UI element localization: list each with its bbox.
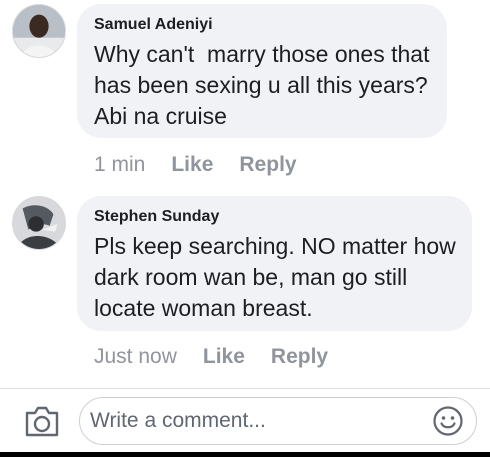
comment-timestamp[interactable]: 1 min [94, 152, 145, 178]
system-nav-bar [0, 452, 490, 457]
comment-actions: 1 min Like Reply [94, 152, 323, 178]
divider [0, 388, 490, 389]
comment-timestamp[interactable]: Just now [94, 344, 177, 370]
comment-text: Why can't marry those ones that has been… [94, 41, 436, 129]
comment-author[interactable]: Stephen Sunday [94, 207, 456, 227]
comment-actions: Just now Like Reply [94, 344, 354, 370]
camera-icon[interactable] [24, 404, 60, 438]
comment-bubble: Samuel Adeniyi Why can't marry those one… [77, 4, 447, 138]
reply-button[interactable]: Reply [239, 152, 296, 178]
profile-photo [13, 197, 65, 249]
comment-author[interactable]: Samuel Adeniyi [94, 15, 431, 35]
comment-input[interactable]: Write a comment... [79, 397, 477, 445]
comment-input-placeholder: Write a comment... [90, 409, 266, 432]
comment-text: Pls keep searching. NO matter how dark r… [94, 233, 463, 321]
comment-bubble: Stephen Sunday Pls keep searching. NO ma… [77, 196, 472, 331]
emoji-icon[interactable] [432, 405, 464, 437]
avatar[interactable] [12, 196, 66, 250]
avatar[interactable] [12, 4, 66, 58]
profile-photo [13, 5, 65, 57]
like-button[interactable]: Like [203, 344, 245, 370]
reply-button[interactable]: Reply [271, 344, 328, 370]
like-button[interactable]: Like [171, 152, 213, 178]
